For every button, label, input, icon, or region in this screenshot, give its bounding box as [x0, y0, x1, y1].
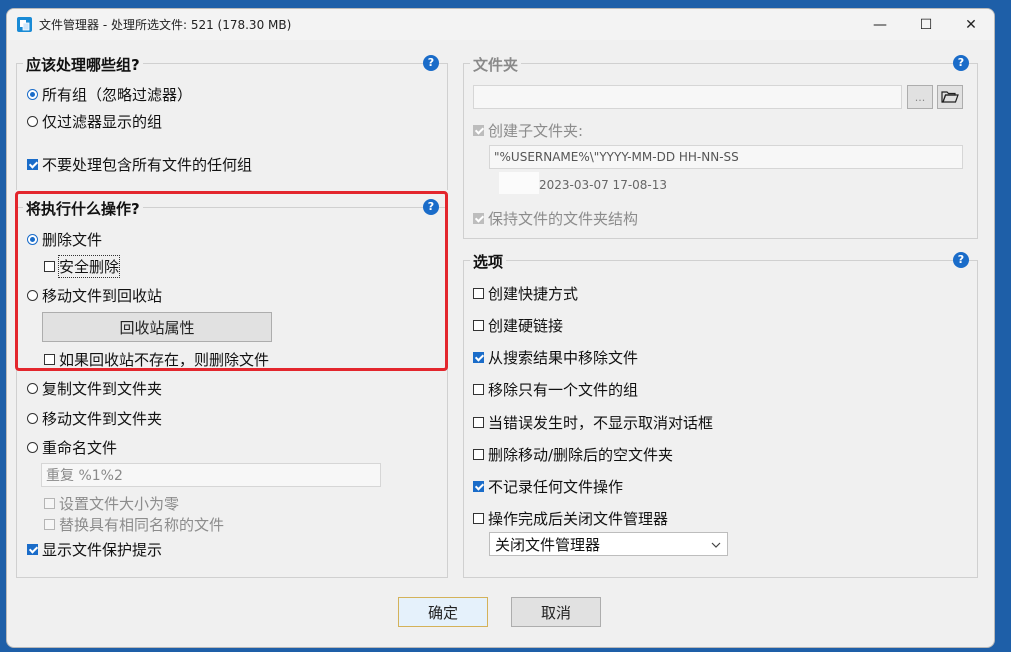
radio-all-groups-label: 所有组（忽略过滤器）: [42, 86, 193, 104]
create-subfolder-box[interactable]: [473, 125, 484, 136]
ok-button[interactable]: 确定: [398, 597, 488, 627]
option-no-cancel-dialog-label: 当错误发生时，不显示取消对话框: [488, 414, 714, 432]
option-no-log[interactable]: 不记录任何文件操作: [473, 476, 623, 497]
chevron-down-icon: [711, 542, 721, 548]
close-button[interactable]: ✕: [948, 9, 994, 40]
keep-structure-label: 保持文件的文件夹结构: [488, 210, 639, 228]
show-protection-tip-checkbox[interactable]: 显示文件保护提示: [27, 539, 162, 560]
option-no-cancel-dialog[interactable]: 当错误发生时，不显示取消对话框: [473, 412, 713, 433]
create-subfolder-checkbox[interactable]: 创建子文件夹:: [473, 120, 583, 141]
option-remove-single-groups-box[interactable]: [473, 384, 484, 395]
radio-move-to-folder-label: 移动文件到文件夹: [42, 410, 163, 428]
option-create-shortcut[interactable]: 创建快捷方式: [473, 283, 578, 304]
highlight-box: [15, 191, 448, 371]
set-size-zero-checkbox[interactable]: 设置文件大小为零: [44, 493, 179, 514]
option-close-after-label: 操作完成后关闭文件管理器: [488, 510, 669, 528]
options-help-icon[interactable]: ?: [953, 252, 969, 268]
groups-section-title: 应该处理哪些组?: [23, 54, 143, 75]
option-remove-from-results[interactable]: 从搜索结果中移除文件: [473, 347, 638, 368]
set-size-zero-label: 设置文件大小为零: [59, 495, 180, 513]
show-protection-tip-box[interactable]: [27, 544, 38, 555]
option-no-cancel-dialog-box[interactable]: [473, 417, 484, 428]
create-subfolder-label: 创建子文件夹:: [488, 122, 584, 140]
title-bar: 文件管理器 - 处理所选文件: 521 (178.30 MB) — ☐ ✕: [7, 9, 994, 40]
radio-copy-to-folder-label: 复制文件到文件夹: [42, 380, 163, 398]
skip-all-files-group-label: 不要处理包含所有文件的任何组: [42, 156, 253, 174]
radio-all-groups[interactable]: 所有组（忽略过滤器）: [27, 84, 192, 105]
option-create-hardlink-label: 创建硬链接: [488, 317, 564, 335]
radio-copy-to-folder-indicator[interactable]: [27, 383, 38, 394]
minimize-button[interactable]: —: [857, 9, 903, 40]
keep-structure-checkbox[interactable]: 保持文件的文件夹结构: [473, 208, 638, 229]
option-remove-from-results-label: 从搜索结果中移除文件: [488, 349, 639, 367]
radio-filtered-groups[interactable]: 仅过滤器显示的组: [27, 111, 162, 132]
option-delete-empty-folders[interactable]: 删除移动/删除后的空文件夹: [473, 444, 673, 465]
subfolder-pattern-input[interactable]: "%USERNAME%\"YYYY-MM-DD HH-NN-SS: [489, 145, 963, 169]
option-create-shortcut-label: 创建快捷方式: [488, 285, 579, 303]
groups-help-icon[interactable]: ?: [423, 55, 439, 71]
blurred-username: [499, 172, 539, 194]
replace-same-name-label: 替换具有相同名称的文件: [59, 516, 225, 534]
options-section-title: 选项: [470, 251, 507, 272]
folder-help-icon[interactable]: ?: [953, 55, 969, 71]
keep-structure-box[interactable]: [473, 213, 484, 224]
open-folder-button[interactable]: [937, 85, 963, 109]
skip-all-files-group-checkbox[interactable]: 不要处理包含所有文件的任何组: [27, 154, 252, 175]
option-close-after-box[interactable]: [473, 513, 484, 524]
folder-open-icon: [941, 91, 959, 103]
radio-rename-files-label: 重命名文件: [42, 439, 118, 457]
close-action-select[interactable]: 关闭文件管理器: [489, 532, 728, 556]
radio-move-to-folder[interactable]: 移动文件到文件夹: [27, 408, 162, 429]
browse-button[interactable]: ...: [907, 85, 933, 109]
option-no-log-label: 不记录任何文件操作: [488, 478, 624, 496]
radio-rename-files[interactable]: 重命名文件: [27, 437, 117, 458]
option-remove-single-groups[interactable]: 移除只有一个文件的组: [473, 379, 638, 400]
close-action-select-value: 关闭文件管理器: [495, 535, 601, 554]
option-create-hardlink-box[interactable]: [473, 320, 484, 331]
radio-all-groups-indicator[interactable]: [27, 89, 38, 100]
option-create-hardlink[interactable]: 创建硬链接: [473, 315, 563, 336]
radio-filtered-groups-label: 仅过滤器显示的组: [42, 113, 163, 131]
cancel-button[interactable]: 取消: [511, 597, 601, 627]
radio-rename-files-indicator[interactable]: [27, 442, 38, 453]
radio-move-to-folder-indicator[interactable]: [27, 413, 38, 424]
maximize-button[interactable]: ☐: [903, 9, 949, 40]
option-remove-single-groups-label: 移除只有一个文件的组: [488, 381, 639, 399]
option-no-log-box[interactable]: [473, 481, 484, 492]
folder-section-title: 文件夹: [470, 54, 522, 75]
subfolder-preview: 2023-03-07 17-08-13: [539, 178, 668, 192]
option-remove-from-results-box[interactable]: [473, 352, 484, 363]
skip-all-files-group-box[interactable]: [27, 159, 38, 170]
app-icon: [17, 17, 32, 32]
replace-same-name-box[interactable]: [44, 519, 55, 530]
option-close-after[interactable]: 操作完成后关闭文件管理器: [473, 508, 668, 529]
window-title: 文件管理器 - 处理所选文件: 521 (178.30 MB): [39, 18, 292, 32]
set-size-zero-box[interactable]: [44, 498, 55, 509]
option-delete-empty-folders-box[interactable]: [473, 449, 484, 460]
rename-pattern-input[interactable]: 重复 %1%2: [41, 463, 381, 487]
radio-filtered-groups-indicator[interactable]: [27, 116, 38, 127]
replace-same-name-checkbox[interactable]: 替换具有相同名称的文件: [44, 514, 224, 535]
file-manager-window: 文件管理器 - 处理所选文件: 521 (178.30 MB) — ☐ ✕ 应该…: [6, 8, 995, 648]
option-delete-empty-folders-label: 删除移动/删除后的空文件夹: [488, 446, 674, 464]
radio-copy-to-folder[interactable]: 复制文件到文件夹: [27, 378, 162, 399]
show-protection-tip-label: 显示文件保护提示: [42, 541, 163, 559]
folder-path-input[interactable]: [473, 85, 902, 109]
option-create-shortcut-box[interactable]: [473, 288, 484, 299]
